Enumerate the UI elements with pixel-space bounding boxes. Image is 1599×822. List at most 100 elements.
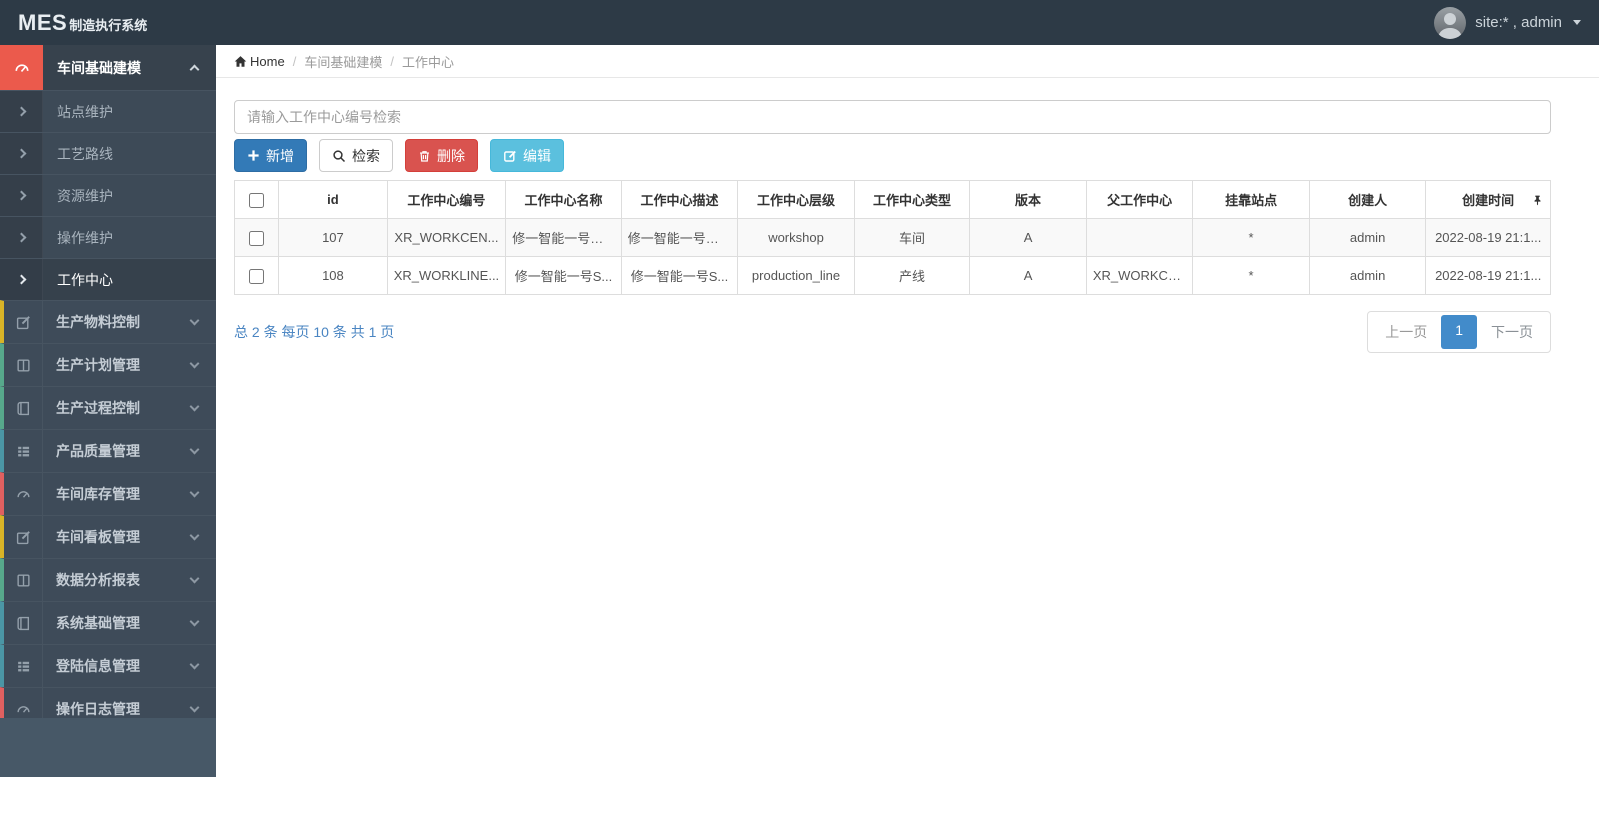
topbar: MES 制造执行系统 site:* , admin — [0, 0, 1599, 45]
chevron-up-icon — [189, 45, 216, 90]
add-button[interactable]: 新增 — [234, 139, 307, 172]
cell-version: A — [969, 218, 1087, 257]
book-icon — [4, 387, 43, 429]
sidebar-item-label: 产品质量管理 — [56, 443, 140, 459]
column-header-parent: 父工作中心 — [1085, 180, 1194, 219]
sidebar-item-label: 生产过程控制 — [56, 400, 140, 416]
sidebar-item-label: 操作日志管理 — [56, 701, 140, 717]
page-1-button[interactable]: 1 — [1441, 315, 1477, 349]
search-button[interactable]: 检索 — [319, 139, 393, 172]
sidebar-item-label: 资源维护 — [43, 175, 216, 216]
sidebar-item-material-control[interactable]: 生产物料控制 — [0, 300, 216, 343]
brand-sub: 制造执行系统 — [69, 17, 148, 33]
cell-name: 修一智能一号车间 — [505, 218, 622, 257]
sidebar-item-quality-management[interactable]: 产品质量管理 — [0, 429, 216, 472]
list-icon — [4, 645, 43, 687]
list-icon — [4, 430, 43, 472]
sidebar-item-analysis-reports[interactable]: 数据分析报表 — [0, 558, 216, 601]
sidebar-item-station-maintenance[interactable]: 站点维护 — [0, 90, 216, 132]
sidebar-item-kanban-management[interactable]: 车间看板管理 — [0, 515, 216, 558]
gauge-icon — [0, 45, 43, 90]
columns-icon — [4, 559, 43, 601]
row-checkbox[interactable] — [249, 230, 265, 246]
cell-created-time: 2022-08-19 21:1... — [1425, 218, 1551, 257]
cell-level: production_line — [737, 256, 855, 295]
table-row[interactable]: 108 XR_WORKLINE... 修一智能一号S... 修一智能一号S...… — [233, 256, 1551, 295]
table-row[interactable]: 107 XR_WORKCEN... 修一智能一号车间 修一智能一号车间 work… — [233, 218, 1551, 257]
chevron-right-icon — [0, 259, 43, 300]
sidebar-item-login-info-management[interactable]: 登陆信息管理 — [0, 644, 216, 687]
pagination-info: 总 2 条 每页 10 条 共 1 页 — [234, 324, 395, 340]
brand-main: MES — [18, 9, 68, 35]
column-header-description: 工作中心描述 — [620, 180, 739, 219]
column-header-type: 工作中心类型 — [853, 180, 971, 219]
cell-station: * — [1192, 218, 1310, 257]
cell-code: XR_WORKCEN... — [386, 218, 507, 257]
sidebar-item-label: 车间库存管理 — [56, 486, 140, 502]
chevron-down-icon — [189, 602, 216, 644]
column-header-station: 挂靠站点 — [1192, 180, 1310, 219]
delete-button[interactable]: 删除 — [405, 139, 478, 172]
sidebar-item-process-control[interactable]: 生产过程控制 — [0, 386, 216, 429]
sidebar-item-system-management[interactable]: 系统基础管理 — [0, 601, 216, 644]
pagination: 上一页 1 下一页 — [1367, 311, 1551, 353]
row-select-cell — [233, 256, 280, 295]
sidebar-item-operation-log-management[interactable]: 操作日志管理 — [0, 687, 216, 718]
column-header-code: 工作中心编号 — [386, 180, 507, 219]
sidebar-item-plan-management[interactable]: 生产计划管理 — [0, 343, 216, 386]
sidebar-item-inventory-management[interactable]: 车间库存管理 — [0, 472, 216, 515]
caret-down-icon — [1573, 20, 1581, 25]
row-checkbox[interactable] — [249, 268, 265, 284]
column-header-version: 版本 — [969, 180, 1087, 219]
cell-description: 修一智能一号车间 — [620, 218, 739, 257]
row-select-cell — [233, 218, 280, 257]
column-header-label: 创建时间 — [1462, 193, 1515, 208]
sidebar-item-process-route[interactable]: 工艺路线 — [0, 132, 216, 174]
cell-version: A — [969, 256, 1087, 295]
pin-icon[interactable] — [1532, 194, 1543, 206]
sidebar-item-label: 数据分析报表 — [56, 572, 140, 588]
chevron-down-icon — [189, 516, 216, 558]
chevron-down-icon — [189, 473, 216, 515]
cell-type: 车间 — [853, 218, 971, 257]
user-menu[interactable]: site:* , admin — [1434, 6, 1581, 39]
edit-icon — [504, 150, 516, 162]
chevron-down-icon — [189, 344, 216, 386]
column-header-name: 工作中心名称 — [505, 180, 622, 219]
breadcrumb-separator: / — [292, 53, 297, 69]
plus-icon — [248, 150, 259, 161]
sidebar-item-label: 操作维护 — [43, 217, 216, 258]
search-button-label: 检索 — [352, 147, 380, 164]
trash-icon — [420, 150, 429, 162]
breadcrumb-item-current: 工作中心 — [401, 54, 454, 70]
sidebar-group-label: 车间基础建模 — [43, 45, 191, 90]
search-input[interactable] — [234, 100, 1551, 134]
chevron-right-icon — [0, 133, 43, 174]
cell-created-time: 2022-08-19 21:1... — [1425, 256, 1551, 295]
select-all-checkbox[interactable] — [249, 192, 265, 208]
cell-parent — [1085, 218, 1194, 257]
breadcrumb-home[interactable]: Home — [234, 54, 285, 69]
cell-level: workshop — [737, 218, 855, 257]
chevron-down-icon — [189, 645, 216, 687]
edit-button[interactable]: 编辑 — [490, 139, 564, 172]
sidebar-item-operation-maintenance[interactable]: 操作维护 — [0, 216, 216, 258]
breadcrumb-separator: / — [390, 53, 394, 69]
book-icon — [4, 602, 43, 644]
breadcrumb-home-label: Home — [250, 53, 285, 69]
search-icon — [333, 149, 346, 162]
chevron-down-icon — [189, 430, 216, 472]
app-logo[interactable]: MES 制造执行系统 — [18, 10, 147, 36]
sidebar-item-work-center[interactable]: 工作中心 — [0, 258, 216, 300]
sidebar-item-resource-maintenance[interactable]: 资源维护 — [0, 174, 216, 216]
chevron-right-icon — [0, 91, 43, 132]
pencil-square-icon — [4, 301, 43, 343]
sidebar-item-label: 登陆信息管理 — [56, 658, 140, 674]
next-page-button[interactable]: 下一页 — [1477, 315, 1547, 349]
prev-page-button[interactable]: 上一页 — [1371, 315, 1441, 349]
chevron-down-icon — [189, 688, 216, 718]
sidebar-group-workshop-modeling[interactable]: 车间基础建模 — [0, 45, 216, 90]
gauge-icon — [4, 688, 43, 718]
cell-type: 产线 — [853, 256, 971, 295]
column-header-created-time: 创建时间 — [1425, 180, 1551, 219]
